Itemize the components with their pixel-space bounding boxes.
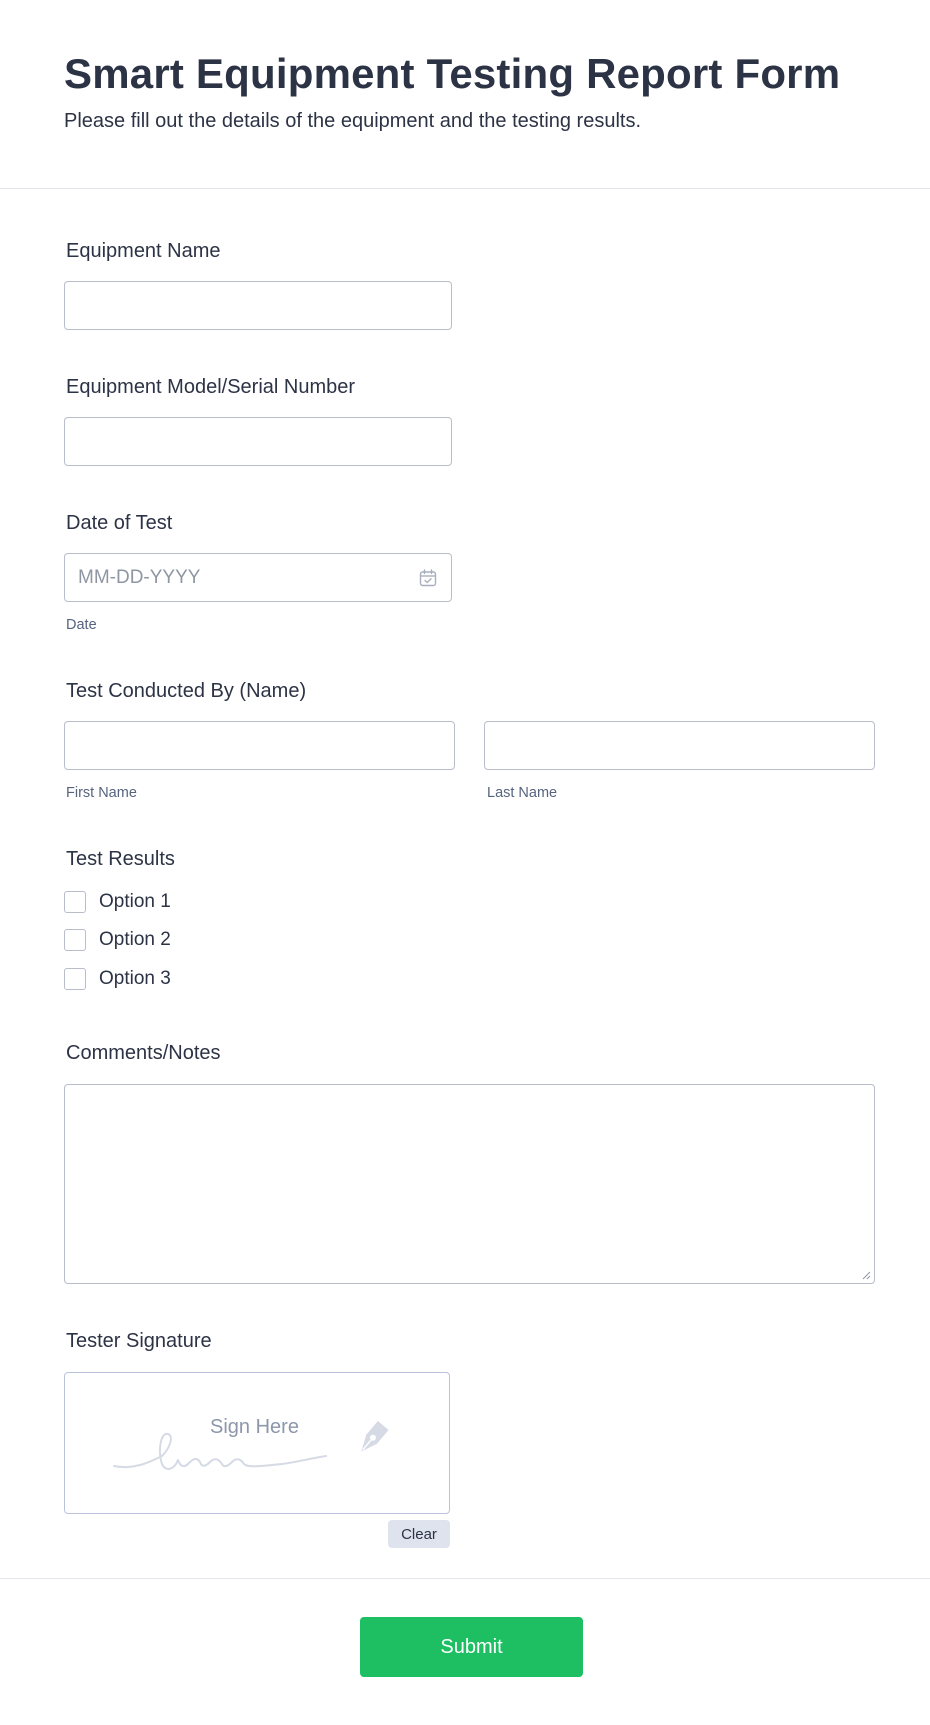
date-of-test-label: Date of Test bbox=[66, 512, 173, 534]
model-serial-input[interactable] bbox=[64, 417, 452, 466]
clear-signature-button[interactable]: Clear bbox=[388, 1520, 450, 1548]
comments-textarea[interactable] bbox=[64, 1084, 875, 1284]
checkbox[interactable] bbox=[64, 929, 86, 951]
form-title: Smart Equipment Testing Report Form bbox=[64, 50, 841, 97]
date-sublabel: Date bbox=[66, 617, 97, 633]
checkbox-option-2[interactable]: Option 2 bbox=[64, 927, 171, 953]
sign-here-placeholder: Sign Here bbox=[210, 1416, 299, 1438]
first-name-input[interactable] bbox=[64, 721, 455, 770]
checkbox-label: Option 3 bbox=[99, 968, 171, 989]
checkbox-option-1[interactable]: Option 1 bbox=[64, 889, 171, 915]
date-input[interactable] bbox=[64, 553, 452, 602]
checkbox-label: Option 2 bbox=[99, 929, 171, 950]
checkbox-label: Option 1 bbox=[99, 891, 171, 912]
checkbox[interactable] bbox=[64, 891, 86, 913]
model-serial-label: Equipment Model/Serial Number bbox=[66, 376, 356, 398]
signature-label: Tester Signature bbox=[66, 1330, 212, 1352]
first-name-sublabel: First Name bbox=[66, 785, 137, 801]
equipment-name-input[interactable] bbox=[64, 281, 452, 330]
submit-button[interactable]: Submit bbox=[360, 1617, 583, 1677]
equipment-name-label: Equipment Name bbox=[66, 240, 221, 262]
test-results-label: Test Results bbox=[66, 848, 175, 870]
resize-grip-icon[interactable] bbox=[861, 1270, 871, 1280]
form-subtitle: Please fill out the details of the equip… bbox=[64, 110, 642, 132]
conducted-by-label: Test Conducted By (Name) bbox=[66, 680, 307, 702]
last-name-sublabel: Last Name bbox=[487, 785, 558, 801]
calendar-icon[interactable] bbox=[418, 568, 438, 588]
form-header: Smart Equipment Testing Report Form Plea… bbox=[0, 0, 930, 189]
checkbox[interactable] bbox=[64, 968, 86, 990]
checkbox-option-3[interactable]: Option 3 bbox=[64, 966, 171, 992]
last-name-input[interactable] bbox=[484, 721, 875, 770]
comments-label: Comments/Notes bbox=[66, 1042, 221, 1064]
pen-nib-icon bbox=[361, 1420, 389, 1452]
footer-divider bbox=[0, 1578, 930, 1579]
